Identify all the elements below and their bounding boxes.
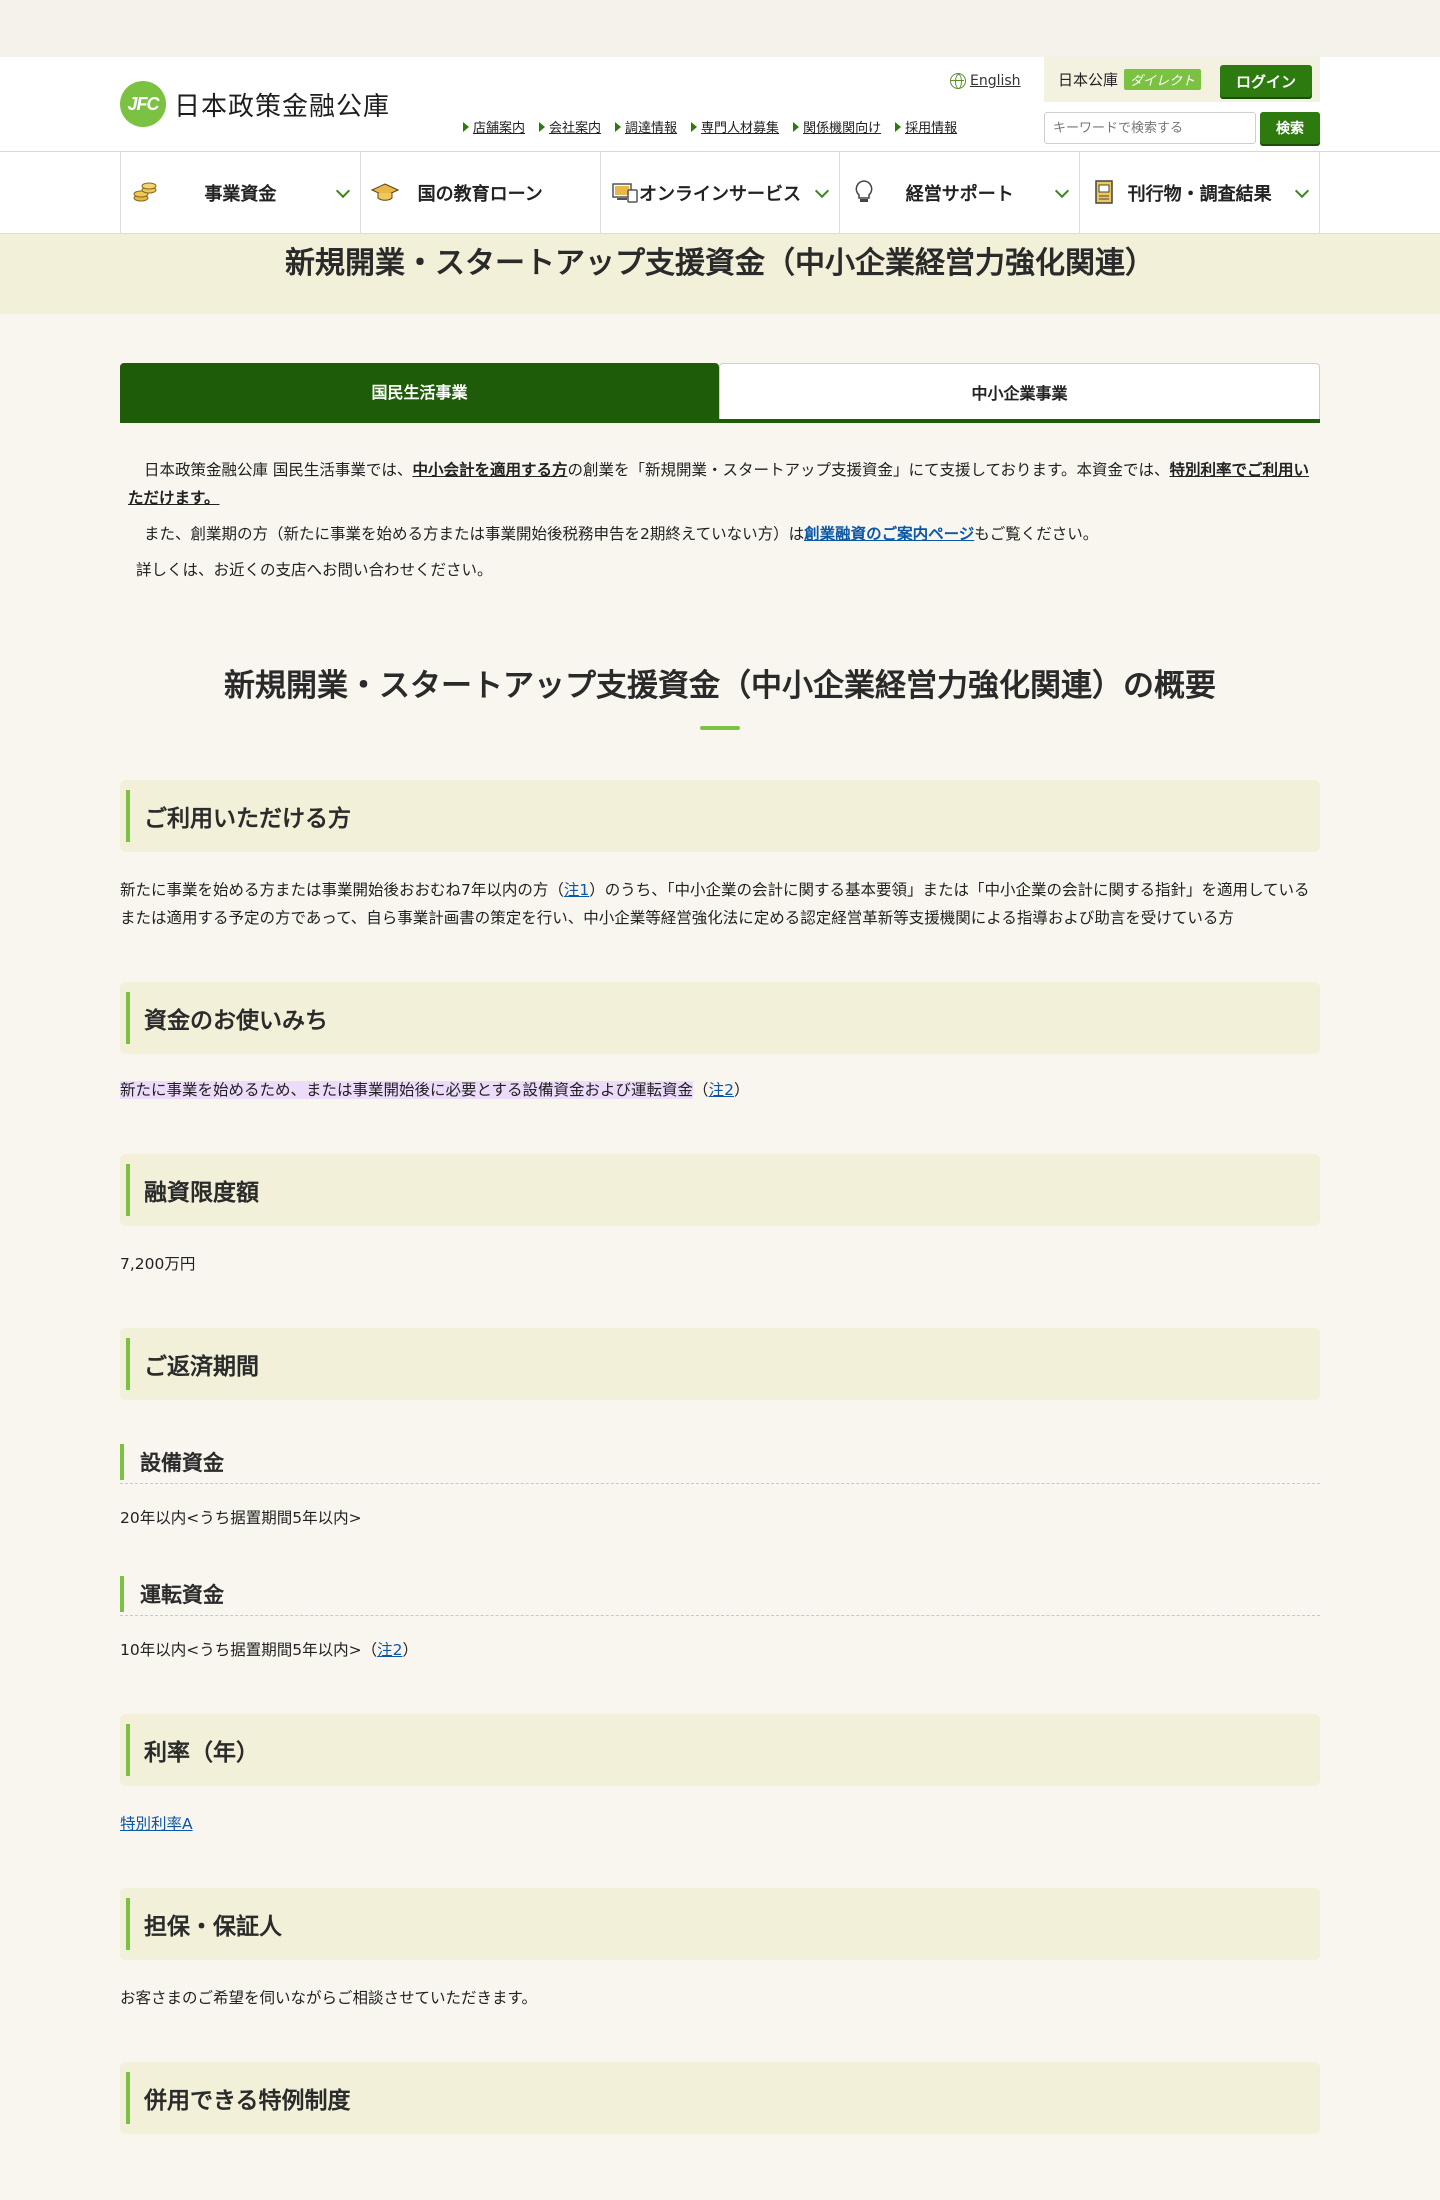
section-heading-rate: 利率（年）	[120, 1714, 1320, 1786]
utility-links: 店舗案内 会社案内 調達情報 専門人材募集 関係機関向け 採用情報	[463, 117, 957, 136]
rate-text: 特別利率A	[120, 1810, 1320, 1838]
logo-text: 日本政策金融公庫	[174, 91, 391, 122]
globe-icon	[950, 73, 966, 89]
overview-title: 新規開業・スタートアップ支援資金（中小企業経営力強化関連）の概要	[224, 668, 1216, 704]
intro-text-part: また、創業期の方（新たに事業を始める方または事業開始後税務申告を2期終えていない…	[144, 525, 805, 543]
eligible-text-part: 新たに事業を始める方または事業開始後おおむね7年以内の方（	[120, 881, 564, 899]
paren: （	[693, 1081, 709, 1099]
limit-text: 7,200万円	[120, 1255, 196, 1273]
equipment-repayment-text: 20年以内<うち据置期間5年以内>	[120, 1509, 362, 1527]
paren: （	[361, 1641, 378, 1659]
subheading-equipment: 設備資金	[120, 1440, 1320, 1484]
graduation-cap-icon	[370, 183, 399, 201]
section-heading-repayment: ご返済期間	[120, 1328, 1320, 1400]
section-heading-eligible: ご利用いただける方	[120, 780, 1320, 852]
intro-paragraph-1: 日本政策金融公庫 国民生活事業では、中小会計を適用する方の創業を「新規開業・スタ…	[120, 456, 1320, 512]
util-link-label: 採用情報	[905, 121, 958, 136]
special-rate-a-link[interactable]: 特別利率A	[120, 1815, 193, 1833]
util-link-label: 調達情報	[625, 121, 678, 136]
util-link-careers[interactable]: 採用情報	[895, 117, 957, 136]
chevron-down-icon	[815, 183, 830, 199]
intro-paragraph-2: また、創業期の方（新たに事業を始める方または事業開始後税務申告を2期終えていない…	[120, 520, 1320, 548]
usage-text: 新たに事業を始めるため、または事業開始後に必要とする設備資金および運転資金（注2…	[120, 1076, 1320, 1104]
sme-accounting-term: 中小会計を適用する方	[412, 461, 568, 479]
title-band: 新規開業・スタートアップ支援資金（中小企業経営力強化関連）	[0, 234, 1440, 314]
arrow-right-icon	[539, 121, 546, 132]
nav-label: 経営サポート	[905, 184, 1014, 205]
arrow-right-icon	[463, 121, 469, 132]
section-heading-collateral: 担保・保証人	[120, 1888, 1320, 1960]
coins-icon	[133, 182, 157, 202]
util-link-label: 専門人材募集	[701, 121, 780, 136]
collateral-text: お客さまのご希望を伺いながらご相談させていただきます。	[120, 1989, 537, 2007]
intro-text-part: の創業を「新規開業・スタートアップ支援資金」にて支援しております。本資金では、	[567, 461, 1170, 479]
note-1-link[interactable]: 注1	[564, 881, 589, 899]
login-button[interactable]: ログイン	[1220, 65, 1312, 97]
direct-label: 日本公庫	[1058, 71, 1119, 89]
nav-item-business-funds[interactable]: 事業資金	[121, 152, 361, 234]
startup-loan-link[interactable]: 創業融資のご案内ページ	[804, 525, 974, 543]
nav-label: 国の教育ローン	[417, 184, 543, 205]
direct-login-box: 日本公庫 ダイレクト ログイン	[1044, 57, 1320, 102]
working-text: 10年以内<うち据置期間5年以内>	[120, 1641, 362, 1659]
intro-text-part: もご覧ください。	[974, 525, 1099, 543]
top-band	[0, 0, 1440, 57]
tab-sme[interactable]: 中小企業事業	[719, 363, 1320, 419]
title-underline	[700, 726, 740, 730]
business-tabs: 国民生活事業 中小企業事業	[120, 363, 1320, 423]
document-icon	[1095, 180, 1113, 204]
arrow-right-icon	[691, 121, 698, 132]
nav-item-online-services[interactable]: オンラインサービス	[601, 152, 841, 234]
intro-text: 日本政策金融公庫 国民生活事業では、中小会計を適用する方の創業を「新規開業・スタ…	[120, 456, 1320, 592]
tab-national-life[interactable]: 国民生活事業	[120, 363, 719, 419]
section-heading-limit: 融資限度額	[120, 1154, 1320, 1226]
site-header: JFC 日本政策金融公庫 English 日本公庫 ダイレクト ログイン 店舗案…	[0, 57, 1440, 152]
chevron-down-icon	[1294, 183, 1310, 199]
util-link-procurement[interactable]: 調達情報	[615, 117, 677, 136]
nav-label: 刊行物・調査結果	[1127, 184, 1272, 205]
search-button[interactable]: 検索	[1260, 112, 1320, 144]
overview-content: ご利用いただける方 新たに事業を始める方または事業開始後おおむね7年以内の方（注…	[120, 780, 1320, 2134]
note-2-link[interactable]: 注2	[377, 1641, 402, 1659]
english-link-wrap[interactable]: English	[950, 73, 1021, 89]
lightbulb-icon	[855, 180, 873, 202]
search-input[interactable]	[1044, 112, 1256, 144]
nav-item-publications[interactable]: 刊行物・調査結果	[1080, 152, 1320, 234]
section-heading-special: 併用できる特例制度	[120, 2062, 1320, 2134]
util-link-company[interactable]: 会社案内	[539, 117, 601, 136]
util-link-label: 店舗案内	[473, 121, 526, 136]
arrow-right-icon	[615, 121, 622, 132]
util-link-label: 関係機関向け	[803, 121, 882, 136]
arrow-right-icon	[793, 121, 800, 132]
util-link-institutions[interactable]: 関係機関向け	[793, 117, 881, 136]
page-title: 新規開業・スタートアップ支援資金（中小企業経営力強化関連）	[285, 246, 1155, 281]
computer-icon	[611, 183, 638, 203]
paren: ）	[402, 1641, 418, 1659]
intro-text-part: 日本政策金融公庫 国民生活事業では、	[144, 461, 413, 479]
direct-tag: ダイレクト	[1124, 69, 1202, 90]
util-link-recruit-specialist[interactable]: 専門人材募集	[691, 117, 779, 136]
arrow-right-icon	[895, 121, 902, 132]
subheading-working-capital: 運転資金	[120, 1572, 1320, 1616]
nav-item-management-support[interactable]: 経営サポート	[840, 152, 1081, 234]
util-link-label: 会社案内	[549, 121, 602, 136]
global-nav: 事業資金 国の教育ローン オンラインサービス 経営サポート 刊行物・調査結果	[0, 152, 1440, 234]
chevron-down-icon	[1055, 183, 1070, 199]
working-repayment-text: 10年以内<うち据置期間5年以内>（注2）	[120, 1636, 1320, 1664]
section-heading-usage: 資金のお使いみち	[120, 982, 1320, 1054]
nav-label: 事業資金	[204, 184, 277, 205]
chevron-down-icon	[335, 183, 350, 199]
jfc-logo[interactable]: JFC 日本政策金融公庫	[120, 81, 390, 127]
usage-highlighted-text: 新たに事業を始めるため、または事業開始後に必要とする設備資金および運転資金	[120, 1081, 694, 1099]
nav-label: オンラインサービス	[638, 184, 801, 205]
logo-mark: JFC	[120, 81, 166, 127]
paren: ）	[733, 1081, 750, 1099]
note-2-link[interactable]: 注2	[709, 1081, 734, 1099]
eligible-text: 新たに事業を始める方または事業開始後おおむね7年以内の方（注1）のうち、「中小企…	[120, 876, 1320, 932]
nav-item-education-loan[interactable]: 国の教育ローン	[361, 152, 601, 234]
intro-paragraph-3: 詳しくは、お近くの支店へお問い合わせください。	[136, 561, 493, 579]
english-link[interactable]: English	[970, 73, 1021, 89]
util-link-stores[interactable]: 店舗案内	[463, 117, 525, 136]
